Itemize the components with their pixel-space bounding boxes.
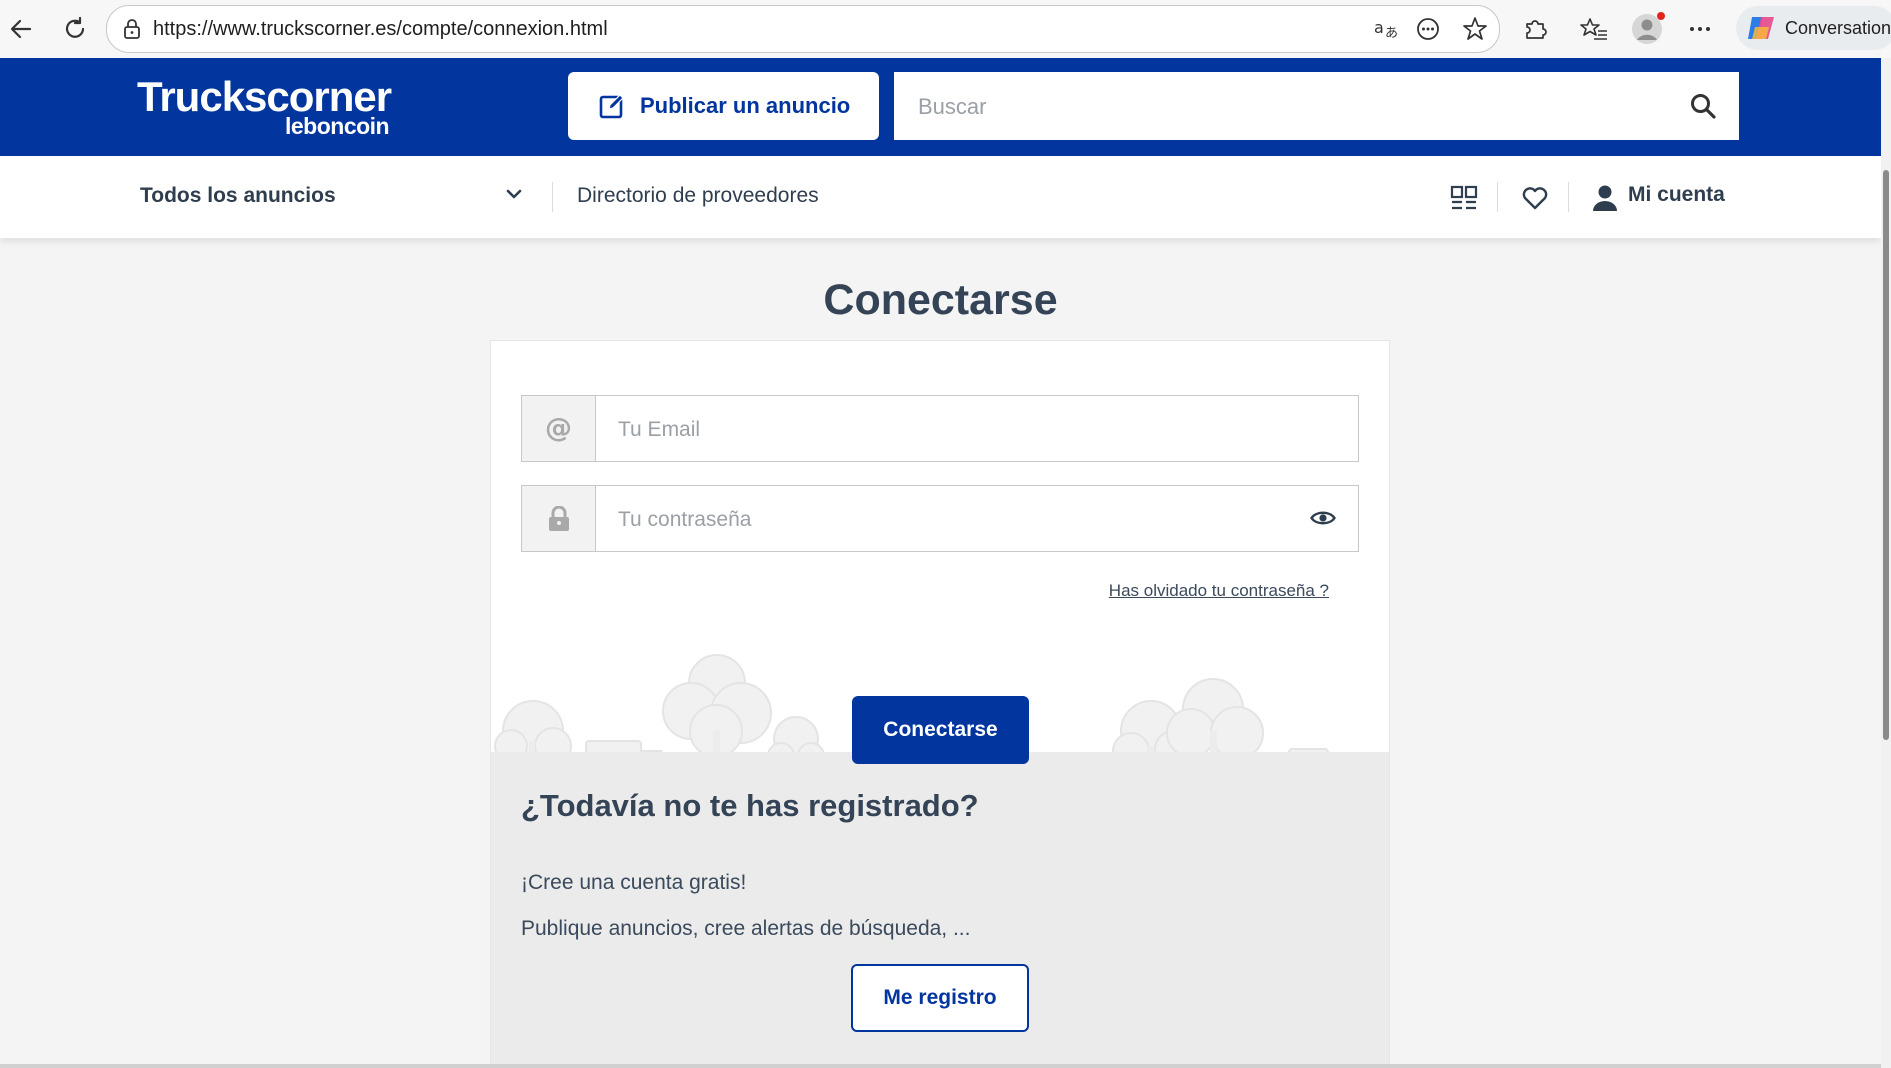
reload-icon bbox=[65, 16, 85, 38]
user-icon[interactable] bbox=[1592, 184, 1618, 212]
login-card: @ Has olvidado tu contraseña ? bbox=[490, 340, 1390, 1068]
register-text-1: ¡Cree una cuenta gratis! bbox=[521, 871, 747, 894]
translate-icon[interactable]: aあ bbox=[1374, 18, 1400, 40]
back-arrow-icon bbox=[10, 19, 32, 39]
copilot-label: Conversation bbox=[1785, 18, 1891, 38]
svg-text:あ: あ bbox=[1385, 26, 1398, 40]
scrollbar-thumb[interactable] bbox=[1883, 170, 1889, 740]
favorites-button[interactable] bbox=[1577, 12, 1611, 46]
heart-icon[interactable] bbox=[1521, 185, 1549, 211]
at-sign-icon: @ bbox=[545, 413, 572, 444]
copilot-button[interactable]: Conversation bbox=[1736, 6, 1891, 50]
url-text: https://www.truckscorner.es/compte/conne… bbox=[153, 18, 608, 40]
notification-dot bbox=[1657, 12, 1665, 20]
publish-ad-button[interactable]: Publicar un anuncio bbox=[568, 72, 879, 140]
email-field: @ bbox=[521, 395, 1359, 463]
site-header: Truckscorner leboncoin Publicar un anunc… bbox=[0, 58, 1881, 156]
padlock-icon bbox=[548, 505, 569, 531]
nav-divider bbox=[1568, 182, 1569, 212]
nav-divider bbox=[552, 182, 553, 212]
edit-icon bbox=[599, 94, 624, 119]
copilot-icon bbox=[1748, 17, 1774, 39]
password-addon bbox=[522, 486, 596, 551]
window-bottom-edge bbox=[0, 1064, 1881, 1068]
register-heading: ¿Todavía no te has registrado? bbox=[521, 788, 979, 823]
search-input[interactable] bbox=[894, 72, 1680, 142]
extensions-button[interactable] bbox=[1518, 12, 1552, 46]
favorites-list-icon bbox=[1580, 18, 1607, 40]
password-input[interactable] bbox=[596, 486, 1310, 553]
puzzle-icon bbox=[1526, 20, 1547, 39]
search-icon[interactable] bbox=[1689, 92, 1717, 120]
compare-grid-icon[interactable] bbox=[1450, 184, 1478, 212]
main-nav: Todos los anuncios Directorio de proveed… bbox=[0, 156, 1881, 238]
register-section: ¿Todavía no te has registrado? ¡Cree una… bbox=[491, 752, 1389, 1067]
favorite-star-icon[interactable] bbox=[1462, 16, 1488, 42]
register-text-2: Publique anuncios, cree alertas de búsqu… bbox=[521, 917, 971, 940]
site-logo-sub: leboncoin bbox=[285, 113, 390, 139]
browser-toolbar: https://www.truckscorner.es/compte/conne… bbox=[0, 0, 1891, 59]
password-field bbox=[521, 485, 1359, 553]
forgot-password-link[interactable]: Has olvidado tu contraseña ? bbox=[1109, 581, 1329, 601]
page-title: Conectarse bbox=[823, 276, 1058, 324]
more-menu-button[interactable] bbox=[1683, 12, 1717, 46]
address-bar[interactable]: https://www.truckscorner.es/compte/conne… bbox=[106, 5, 1500, 53]
supplier-directory-link[interactable]: Directorio de proveedores bbox=[577, 184, 819, 208]
login-submit-button[interactable]: Conectarse bbox=[852, 696, 1029, 764]
email-addon: @ bbox=[522, 396, 596, 461]
back-button[interactable] bbox=[4, 12, 38, 46]
reader-options-icon[interactable] bbox=[1415, 16, 1441, 42]
nav-divider bbox=[1497, 182, 1498, 212]
page-scrollbar[interactable] bbox=[1881, 58, 1891, 1068]
lock-icon bbox=[124, 19, 140, 39]
publish-ad-label: Publicar un anuncio bbox=[640, 93, 851, 118]
svg-text:a: a bbox=[1374, 18, 1384, 37]
eye-icon[interactable] bbox=[1310, 508, 1336, 528]
my-account-link[interactable]: Mi cuenta bbox=[1628, 183, 1725, 207]
all-ads-menu[interactable]: Todos los anuncios bbox=[140, 184, 336, 208]
email-input[interactable] bbox=[596, 396, 1310, 463]
search-box bbox=[894, 72, 1739, 142]
reload-button[interactable] bbox=[58, 12, 92, 46]
more-dots-icon bbox=[1690, 27, 1710, 31]
chevron-down-icon[interactable] bbox=[505, 187, 523, 201]
register-button[interactable]: Me registro bbox=[851, 964, 1029, 1032]
